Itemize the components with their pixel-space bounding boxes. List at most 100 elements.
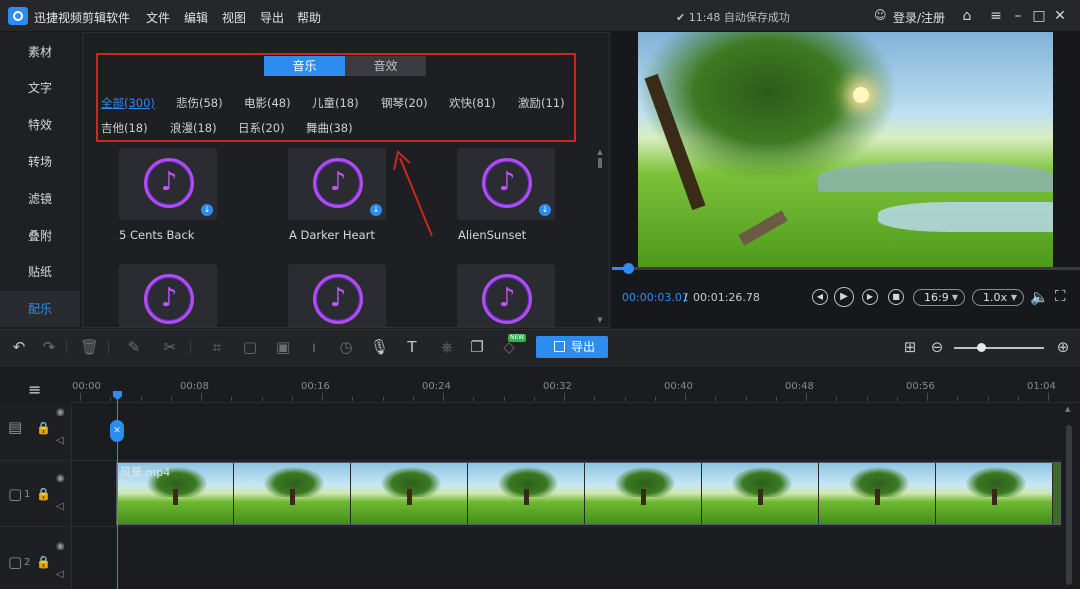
mosaic-icon[interactable]: ▣ — [274, 338, 292, 356]
menu-view[interactable]: 视图 — [222, 9, 246, 26]
speed-value: 1.0x — [983, 291, 1008, 304]
film-icon: ▤ — [8, 418, 23, 436]
close-icon[interactable]: ✕ — [1052, 8, 1068, 24]
visibility-icon[interactable]: ◉ — [56, 541, 65, 552]
playback-progress-handle[interactable] — [623, 263, 634, 274]
tick-label: 00:48 — [785, 381, 814, 392]
menu-help[interactable]: 帮助 — [297, 9, 321, 26]
overlay-icon[interactable]: ❐ — [468, 338, 486, 356]
scroll-up-icon[interactable]: ▲ — [1065, 405, 1073, 413]
volume-icon[interactable]: 🔈 — [1030, 288, 1049, 306]
export-icon — [554, 341, 565, 352]
lock-icon[interactable]: 🔒 — [36, 421, 51, 435]
lock-icon[interactable]: 🔒 — [36, 555, 51, 569]
timeline-scrollbar[interactable] — [1066, 425, 1072, 585]
aspect-ratio-select[interactable]: 16:9 ▼ — [913, 289, 965, 306]
highlight-box — [96, 53, 576, 142]
prev-frame-icon[interactable]: ◀ — [812, 289, 828, 305]
sidebar-item-text[interactable]: 文字 — [0, 70, 80, 106]
delete-icon[interactable]: 🗑 — [80, 338, 99, 356]
minimize-icon[interactable]: – — [1010, 8, 1026, 24]
redo-icon[interactable]: ↷ — [40, 338, 58, 356]
lock-icon[interactable]: 🔒 — [36, 487, 51, 501]
sidebar-item-filters[interactable]: 滤镜 — [0, 181, 80, 217]
playback-progress-track[interactable] — [612, 267, 1080, 270]
add-track-icon[interactable]: ≡ — [28, 380, 41, 399]
tick-label: 00:40 — [664, 381, 693, 392]
visibility-icon[interactable]: ◉ — [56, 407, 65, 418]
sidebar-item-overlay[interactable]: 叠附 — [0, 218, 80, 254]
music-card[interactable]: ♪ ↓ — [119, 148, 217, 220]
scroll-down-icon[interactable]: ▼ — [596, 316, 604, 324]
next-frame-icon[interactable]: ▶ — [862, 289, 878, 305]
sidebar-item-music[interactable]: 配乐 — [0, 291, 80, 327]
sidebar-item-media[interactable]: 素材 — [0, 34, 80, 70]
ruler-tick — [443, 393, 444, 401]
ruler-tick — [413, 397, 414, 401]
download-icon[interactable]: ↓ — [201, 204, 213, 216]
mute-icon[interactable]: ◁ — [56, 501, 64, 512]
library-scrollbar[interactable] — [598, 158, 602, 168]
menu-export[interactable]: 导出 — [260, 9, 284, 26]
menu-icon[interactable]: ≡ — [988, 8, 1004, 24]
user-icon[interactable]: ☺ — [874, 8, 888, 22]
music-card[interactable]: ♪ ↓ — [119, 264, 217, 327]
resize-icon[interactable]: ▢ — [241, 338, 259, 356]
split-icon[interactable]: ✂ — [161, 338, 179, 356]
toolbar-divider — [108, 340, 109, 354]
microphone-icon[interactable]: 🎙 — [370, 338, 389, 356]
music-card[interactable]: ♪ ↓ — [288, 264, 386, 327]
maximize-icon[interactable]: □ — [1031, 8, 1047, 24]
sidebar-item-stickers[interactable]: 贴纸 — [0, 254, 80, 290]
ruler-tick — [957, 397, 958, 401]
menu-edit[interactable]: 编辑 — [184, 9, 208, 26]
fullscreen-icon[interactable]: ⛶ — [1055, 287, 1066, 305]
download-icon[interactable]: ↓ — [370, 204, 382, 216]
zoom-in-icon[interactable]: ⊕ — [1054, 338, 1072, 356]
zoom-out-icon[interactable]: ⊖ — [928, 338, 946, 356]
edit-icon[interactable]: ✎ — [125, 338, 143, 356]
music-title: 5 Cents Back — [119, 228, 195, 242]
text-to-speech-icon[interactable]: T — [403, 338, 421, 356]
zoom-slider-track[interactable] — [954, 347, 1044, 349]
ruler-tick — [594, 397, 595, 401]
annotation-arrow — [393, 150, 433, 237]
fit-timeline-icon[interactable]: ⊞ — [901, 338, 919, 356]
music-note-icon: ♪ — [482, 158, 532, 208]
crop-icon[interactable]: ⌗ — [208, 338, 226, 356]
music-note-icon: ♪ — [482, 274, 532, 324]
login-link[interactable]: 登录/注册 — [893, 9, 945, 26]
track-number: 2 — [24, 557, 31, 568]
autosave-status: ✔ 11:48 自动保存成功 — [676, 11, 790, 24]
playhead-handle[interactable]: ✕ — [110, 420, 124, 442]
export-button[interactable]: 导出 — [536, 336, 608, 358]
music-card[interactable]: ♪ ↓ — [457, 148, 555, 220]
audio-wave-icon[interactable]: ı — [305, 338, 323, 356]
zoom-slider-handle[interactable] — [977, 343, 986, 352]
sidebar: 素材 文字 特效 转场 滤镜 叠附 贴纸 配乐 — [0, 32, 80, 328]
home-icon[interactable]: ⌂ — [959, 8, 975, 24]
play-icon[interactable]: ▶ — [834, 287, 854, 307]
visibility-icon[interactable]: ◉ — [56, 473, 65, 484]
mute-icon[interactable]: ◁ — [56, 435, 64, 446]
video-preview[interactable] — [638, 32, 1053, 267]
music-card[interactable]: ♪ ↓ — [288, 148, 386, 220]
clock-icon[interactable]: ◷ — [337, 338, 355, 356]
speed-select[interactable]: 1.0x ▼ — [972, 289, 1024, 306]
ruler-tick — [352, 397, 353, 401]
undo-icon[interactable]: ↶ — [10, 338, 28, 356]
download-icon[interactable]: ↓ — [539, 204, 551, 216]
music-card[interactable]: ♪ ↓ — [457, 264, 555, 327]
mute-icon[interactable]: ◁ — [56, 569, 64, 580]
tick-label: 00:32 — [543, 381, 572, 392]
scroll-up-icon[interactable]: ▲ — [596, 148, 604, 156]
tick-label: 00:00 — [72, 381, 101, 392]
video-clip[interactable] — [116, 462, 1061, 525]
sidebar-item-transitions[interactable]: 转场 — [0, 144, 80, 180]
menu-file[interactable]: 文件 — [146, 9, 170, 26]
stop-icon[interactable]: ■ — [888, 289, 904, 305]
sidebar-item-effects[interactable]: 特效 — [0, 107, 80, 143]
ruler-tick — [897, 397, 898, 401]
ruler-tick — [1048, 393, 1049, 401]
voice-change-icon[interactable]: ⎈ — [438, 338, 456, 356]
